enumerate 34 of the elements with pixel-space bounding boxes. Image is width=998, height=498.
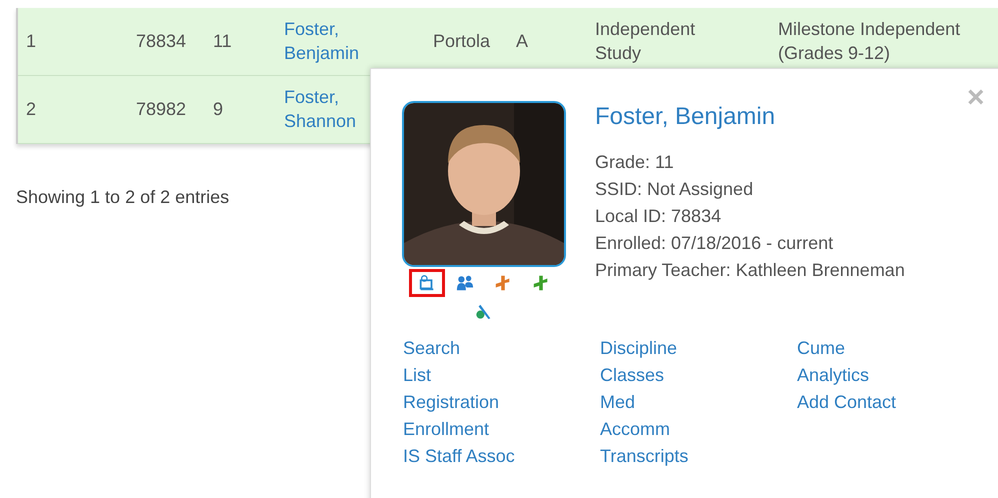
- menu-link[interactable]: Med: [600, 389, 636, 416]
- table-cell-text: A: [516, 30, 530, 53]
- menu-link[interactable]: Cume: [797, 335, 846, 362]
- entries-info: Showing 1 to 2 of 2 entries: [16, 187, 230, 208]
- menu-link[interactable]: Analytics: [797, 362, 870, 389]
- table-cell-text: 11: [213, 30, 233, 53]
- menu-link[interactable]: List: [403, 362, 432, 389]
- table-cell-text: Milestone Independent (Grades 9-12): [778, 18, 962, 65]
- student-detail: Enrolled: 07/18/2016 - current: [595, 232, 834, 255]
- student-detail: Grade: 11: [595, 151, 675, 174]
- menu-link[interactable]: Transcripts: [600, 443, 688, 470]
- menu-link[interactable]: Discipline: [600, 335, 678, 362]
- table-cell-text: 2: [25, 98, 38, 121]
- id-card-icon[interactable]: [418, 274, 436, 292]
- menu-link[interactable]: Registration: [403, 389, 500, 416]
- student-detail: Local ID: 78834: [595, 205, 722, 228]
- pen-icon[interactable]: [475, 302, 493, 320]
- menu-link[interactable]: Add Contact: [797, 389, 896, 416]
- table-cell-text: 1: [25, 30, 38, 53]
- table-cell-text: Portola: [433, 30, 492, 53]
- student-link[interactable]: Foster, Benjamin: [284, 18, 384, 65]
- table-cell-text: Independent Study: [595, 18, 696, 65]
- people-icon[interactable]: [456, 274, 474, 292]
- table-cell-text: 9: [213, 98, 224, 121]
- student-detail: Primary Teacher: Kathleen Brenneman: [595, 259, 906, 282]
- student-name: Foster, Benjamin: [595, 103, 776, 131]
- student-detail: SSID: Not Assigned: [595, 178, 754, 201]
- menu-link[interactable]: Search: [403, 335, 460, 362]
- table-cell-text: 78834: [135, 30, 188, 53]
- menu-link[interactable]: Classes: [600, 362, 664, 389]
- menu-link[interactable]: Enrollment: [403, 416, 490, 443]
- menu-link[interactable]: IS Staff Assoc: [403, 443, 515, 470]
- menu-link[interactable]: Accomm: [600, 416, 670, 443]
- table-cell-text: 78982: [135, 98, 188, 121]
